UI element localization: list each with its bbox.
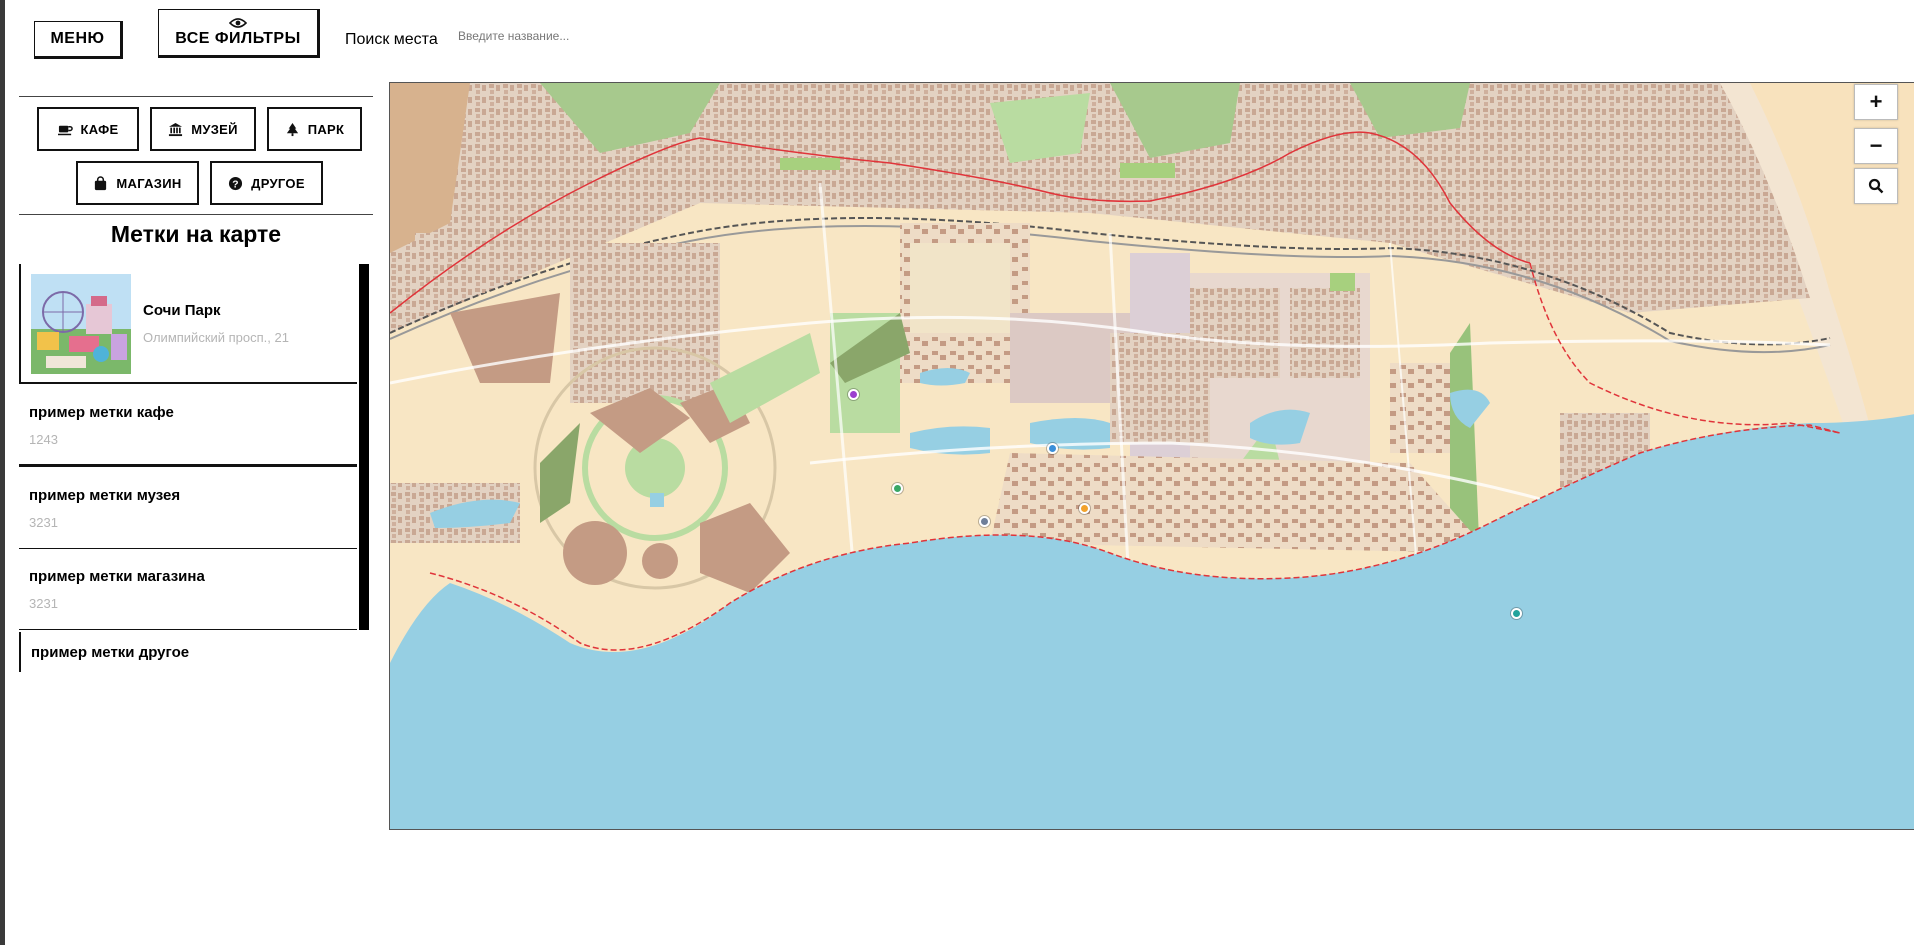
list-item-title: пример метки другое: [31, 644, 190, 661]
filter-cafe-button[interactable]: КАФЕ: [37, 107, 139, 151]
other-marker[interactable]: [979, 516, 990, 527]
list-item[interactable]: пример метки другое: [19, 632, 357, 672]
park-marker[interactable]: [848, 389, 859, 400]
search-label: Поиск места: [345, 31, 438, 48]
places-list: Сочи Парк Олимпийский просп., 21 пример …: [19, 264, 369, 672]
map-view[interactable]: + −: [389, 82, 1914, 830]
filter-museum-label: МУЗЕЙ: [191, 121, 238, 137]
filter-cafe-label: КАФЕ: [80, 121, 119, 137]
filter-other-button[interactable]: ? ДРУГОЕ: [210, 161, 323, 205]
place-search-input[interactable]: [458, 26, 858, 46]
place-thumbnail: [31, 274, 131, 374]
all-filters-label: ВСЕ ФИЛЬТРЫ: [175, 29, 301, 47]
coffee-icon: [57, 125, 73, 135]
list-item-subtitle: 1243: [29, 432, 58, 447]
list-scrollbar[interactable]: [359, 264, 369, 630]
question-icon: ?: [229, 176, 243, 190]
filter-park-button[interactable]: ПАРК: [267, 107, 362, 151]
list-item-title: пример метки кафе: [29, 404, 174, 421]
shop-marker[interactable]: [892, 483, 903, 494]
filter-park-label: ПАРК: [307, 121, 345, 137]
map-search-button[interactable]: [1854, 168, 1898, 204]
list-item-subtitle: 3231: [29, 596, 58, 611]
tree-icon: [286, 122, 298, 136]
filter-museum-button[interactable]: МУЗЕЙ: [150, 107, 256, 151]
filter-other-label: ДРУГОЕ: [251, 175, 305, 191]
svg-text:?: ?: [232, 179, 239, 190]
list-item-address: Олимпийский просп., 21: [143, 330, 289, 345]
list-item-title: Сочи Парк: [143, 302, 221, 319]
places-list-title: Метки на карте: [110, 221, 282, 247]
list-item[interactable]: пример метки магазина 3231: [19, 550, 357, 630]
filter-shop-button[interactable]: МАГАЗИН: [76, 161, 199, 205]
list-item[interactable]: Сочи Парк Олимпийский просп., 21: [19, 264, 357, 384]
all-filters-button[interactable]: ВСЕ ФИЛЬТРЫ: [158, 9, 320, 58]
shopping-bag-icon: [95, 175, 107, 190]
eye-icon: [229, 17, 247, 28]
museum-marker[interactable]: [1047, 443, 1058, 454]
menu-button[interactable]: МЕНЮ: [34, 21, 123, 59]
list-item-title: пример метки музея: [29, 487, 181, 504]
menu-button-label: МЕНЮ: [50, 30, 105, 47]
app-window: МЕНЮ ВСЕ ФИЛЬТРЫ Поиск места КАФЕ МУЗЕЙ …: [0, 0, 1914, 945]
museum-icon: [169, 122, 183, 136]
search-icon: [1868, 178, 1884, 194]
sidebar-divider-bottom: [19, 214, 373, 215]
sidebar-divider-top: [19, 96, 373, 97]
list-item[interactable]: пример метки кафе 1243: [19, 385, 357, 467]
list-item[interactable]: пример метки музея 3231: [19, 469, 357, 549]
zoom-out-button[interactable]: −: [1854, 128, 1898, 164]
teal-marker[interactable]: [1511, 608, 1522, 619]
cafe-marker[interactable]: [1079, 503, 1090, 514]
list-item-title: пример метки магазина: [29, 568, 205, 585]
filter-shop-label: МАГАЗИН: [116, 175, 182, 191]
list-item-subtitle: 3231: [29, 515, 58, 530]
map-canvas: [390, 83, 1914, 829]
zoom-in-button[interactable]: +: [1854, 84, 1898, 120]
